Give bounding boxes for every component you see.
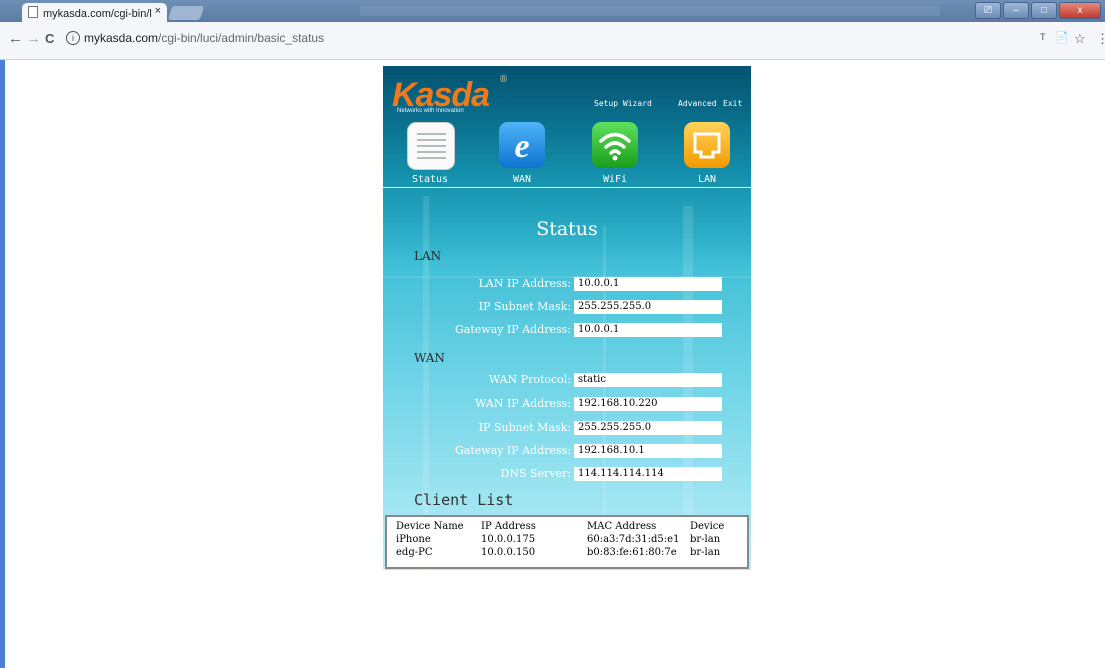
dns-server-field: 114.114.114.114 [574, 467, 722, 481]
tab-wifi-label[interactable]: WiFi [585, 174, 645, 185]
lan-ip-field: 10.0.0.1 [574, 277, 722, 291]
wan-tab-icon[interactable]: e [499, 122, 545, 168]
router-status-page: Kasda ® Networks with Innovation Setup W… [383, 66, 751, 570]
background-window-title [360, 6, 940, 16]
lan-gateway-field: 10.0.0.1 [574, 323, 722, 337]
client-list-title: Client List [414, 491, 514, 509]
url-host: mykasda.com [84, 31, 159, 45]
browser-toolbar: ← → C i mykasda.com/cgi-bin/luci/admin/b… [0, 22, 1105, 60]
kasda-logo: Kasda [392, 76, 490, 114]
col-header-ip: IP Address [481, 521, 536, 532]
advanced-link[interactable]: Advanced [678, 99, 717, 108]
cell-device-name: edg-PC [396, 547, 433, 558]
wan-gateway-label: Gateway IP Address: [455, 444, 571, 457]
minimize-icon[interactable]: – [1003, 2, 1029, 19]
url-path: /cgi-bin/luci/admin/basic_status [158, 31, 325, 45]
forward-icon[interactable]: → [26, 30, 41, 47]
lan-gateway-label: Gateway IP Address: [455, 323, 571, 336]
page-title: Status [536, 218, 598, 240]
restore-icon[interactable]: ⎚ [975, 2, 1001, 19]
exit-link[interactable]: Exit [723, 99, 742, 108]
col-header-device: Device [690, 521, 725, 532]
list-icon [417, 133, 446, 159]
tab-close-icon[interactable]: × [155, 5, 161, 17]
wan-gateway-field: 192.168.10.1 [574, 444, 722, 458]
back-icon[interactable]: ← [8, 30, 23, 47]
bookmark-star-icon[interactable]: ☆ [1074, 31, 1086, 47]
tab-wan-label[interactable]: WAN [492, 174, 552, 185]
lan-subnet-label: IP Subnet Mask: [478, 300, 571, 313]
window-controls: ⎚ – □ x [975, 2, 1101, 19]
col-header-mac: MAC Address [587, 521, 657, 532]
lan-tab-icon[interactable] [684, 122, 730, 168]
address-bar[interactable]: mykasda.com/cgi-bin/luci/admin/basic_sta… [84, 31, 324, 45]
svg-text:e: e [514, 128, 529, 165]
wan-ip-label: WAN IP Address: [475, 397, 571, 410]
cell-device: br-lan [690, 534, 721, 545]
wan-section-heading: WAN [414, 351, 445, 365]
wan-subnet-label: IP Subnet Mask: [478, 421, 571, 434]
logo-tagline: Networks with Innovation [397, 108, 464, 114]
window-border [0, 60, 5, 668]
setup-wizard-link[interactable]: Setup Wizard [594, 99, 652, 108]
ethernet-port-icon [693, 132, 721, 159]
cell-mac: b0:83:fe:61:80:7e [587, 547, 677, 558]
wifi-icon [599, 132, 631, 161]
lan-section-heading: LAN [414, 249, 442, 263]
nav-divider [383, 187, 751, 188]
site-info-icon[interactable]: i [66, 31, 80, 45]
browser-tab[interactable]: mykasda.com/cgi-bin/l × [22, 3, 167, 22]
reader-icon[interactable]: 📄 [1055, 31, 1069, 44]
col-header-device-name: Device Name [396, 521, 464, 532]
table-row: iPhone 10.0.0.175 60:a3:7d:31:d5:e1 br-l… [387, 534, 747, 546]
cell-ip: 10.0.0.150 [481, 547, 536, 558]
close-window-icon[interactable]: x [1059, 2, 1101, 19]
dns-server-label: DNS Server: [500, 467, 571, 480]
registered-mark: ® [499, 75, 508, 85]
status-tab-icon[interactable] [407, 122, 455, 170]
reload-icon[interactable]: C [45, 31, 54, 46]
tab-lan-label[interactable]: LAN [677, 174, 737, 185]
client-table: Device Name IP Address MAC Address Devic… [385, 515, 749, 569]
lan-subnet-field: 255.255.255.0 [574, 300, 722, 314]
wan-protocol-field: static [574, 373, 722, 387]
wan-subnet-field: 255.255.255.0 [574, 421, 722, 435]
maximize-icon[interactable]: □ [1031, 2, 1057, 19]
wan-ip-field: 192.168.10.220 [574, 397, 722, 411]
cell-mac: 60:a3:7d:31:d5:e1 [587, 534, 680, 545]
tab-title: mykasda.com/cgi-bin/l [43, 8, 152, 20]
menu-icon[interactable]: ⋮ [1096, 31, 1105, 47]
page-icon [28, 6, 38, 18]
cell-device-name: iPhone [396, 534, 431, 545]
cell-ip: 10.0.0.175 [481, 534, 536, 545]
translate-icon[interactable]: ᵀ [1040, 31, 1046, 46]
wifi-tab-icon[interactable] [592, 122, 638, 168]
table-row: edg-PC 10.0.0.150 b0:83:fe:61:80:7e br-l… [387, 547, 747, 559]
lan-ip-label: LAN IP Address: [478, 277, 571, 290]
cell-device: br-lan [690, 547, 721, 558]
new-tab-button[interactable] [167, 6, 205, 20]
table-header-row: Device Name IP Address MAC Address Devic… [387, 521, 747, 533]
internet-explorer-icon: e [514, 128, 529, 165]
tab-status-label[interactable]: Status [400, 174, 460, 185]
wan-protocol-label: WAN Protocol: [488, 373, 571, 386]
browser-title-bar: mykasda.com/cgi-bin/l × ⎚ – □ x [0, 0, 1105, 22]
